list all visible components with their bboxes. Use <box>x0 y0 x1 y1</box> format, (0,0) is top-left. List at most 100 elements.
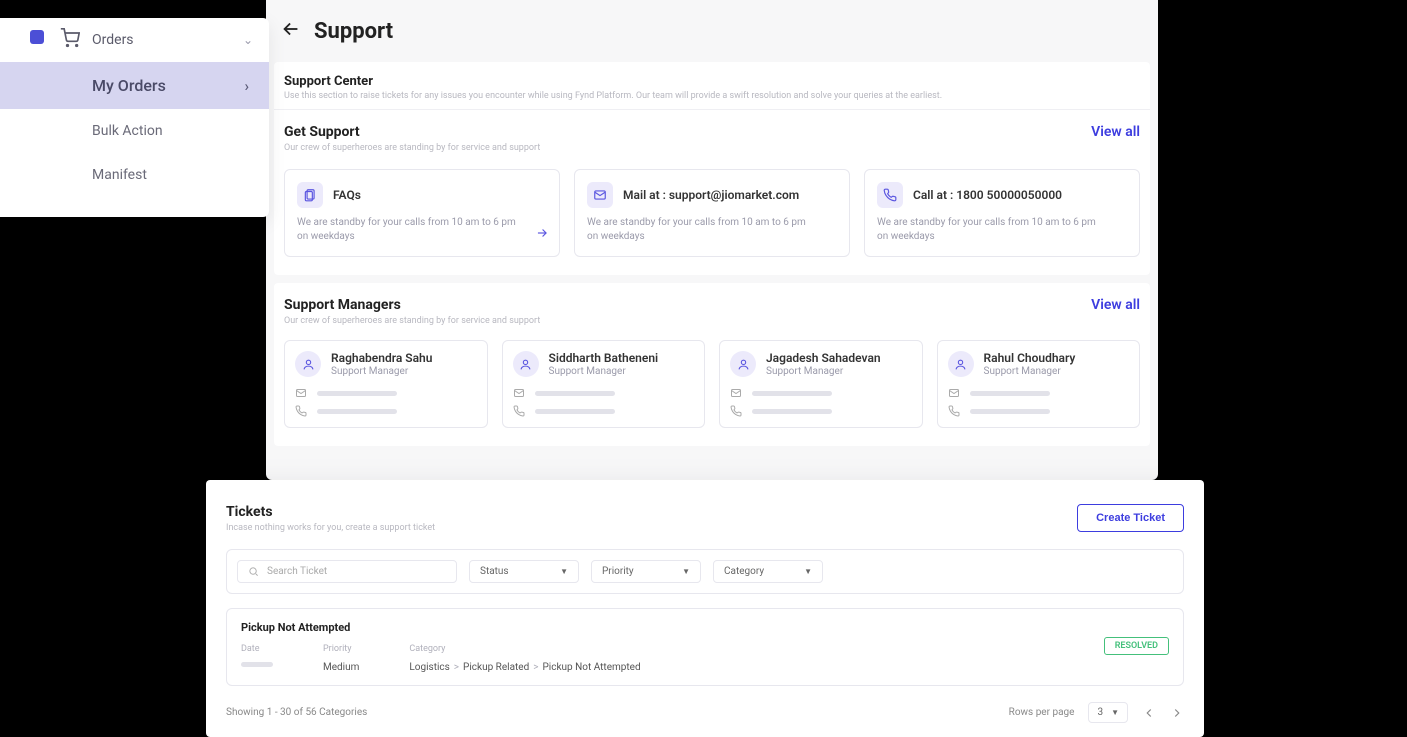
support-card-mail[interactable]: Mail at : support@jiomarket.com We are st… <box>574 169 850 257</box>
ticket-date-skeleton <box>241 662 273 667</box>
support-card-title: Call at : 1800 50000050000 <box>913 188 1062 202</box>
manager-phone-skeleton <box>970 409 1050 414</box>
search-placeholder: Search Ticket <box>267 566 327 577</box>
mail-icon <box>295 387 307 399</box>
ticket-date-label: Date <box>241 644 273 654</box>
ticket-filter-bar: Search Ticket Status ▼ Priority ▼ Catego… <box>226 549 1184 594</box>
manager-role: Support Manager <box>766 366 881 377</box>
chevron-down-icon: ⌄ <box>243 33 253 47</box>
manager-name: Raghabendra Sahu <box>331 351 432 365</box>
manager-phone-skeleton <box>535 409 615 414</box>
ticket-priority-label: Priority <box>323 644 359 654</box>
user-icon <box>730 351 756 377</box>
user-icon <box>513 351 539 377</box>
manager-card[interactable]: Siddharth BatheneniSupport Manager <box>502 340 706 428</box>
caret-down-icon: ▼ <box>804 567 812 576</box>
support-card-faq[interactable]: FAQs We are standby for your calls from 1… <box>284 169 560 257</box>
manager-name: Siddharth Batheneni <box>549 351 659 365</box>
tickets-panel: Tickets Incase nothing works for you, cr… <box>206 480 1204 737</box>
caret-down-icon: ▼ <box>560 567 568 576</box>
tickets-title: Tickets <box>226 504 435 520</box>
ticket-category-label: Category <box>409 644 640 654</box>
phone-icon <box>877 182 903 208</box>
get-support-subtitle: Our crew of superheroes are standing by … <box>284 143 540 153</box>
support-center-subtitle: Use this section to raise tickets for an… <box>284 91 1140 101</box>
support-center-title: Support Center <box>284 74 1140 89</box>
managers-view-all[interactable]: View all <box>1091 297 1140 313</box>
create-ticket-button[interactable]: Create Ticket <box>1077 504 1184 532</box>
phone-icon <box>948 405 960 417</box>
manager-email-skeleton <box>752 391 832 396</box>
support-card-title: FAQs <box>333 188 361 202</box>
manager-phone-skeleton <box>752 409 832 414</box>
arrow-right-icon <box>535 225 549 244</box>
support-card-body: We are standby for your calls from 10 am… <box>297 216 547 244</box>
support-card-phone[interactable]: Call at : 1800 50000050000 We are standby… <box>864 169 1140 257</box>
sidebar-top-label: Orders <box>92 32 231 48</box>
breadcrumb-sep: > <box>454 662 459 673</box>
sidebar-item-label: My Orders <box>92 76 166 95</box>
manager-card[interactable]: Rahul ChoudharySupport Manager <box>937 340 1141 428</box>
support-card-body: We are standby for your calls from 10 am… <box>877 216 1127 244</box>
managers-subtitle: Our crew of superheroes are standing by … <box>284 316 540 326</box>
sidebar-item-my-orders[interactable]: My Orders › <box>0 62 269 109</box>
breadcrumb-segment: Logistics <box>409 662 449 673</box>
support-card-body: We are standby for your calls from 10 am… <box>587 216 837 244</box>
ticket-category-path: Logistics>Pickup Related>Pickup Not Atte… <box>409 662 640 673</box>
faq-icon <box>297 182 323 208</box>
caret-down-icon: ▼ <box>1111 708 1119 717</box>
manager-card[interactable]: Raghabendra SahuSupport Manager <box>284 340 488 428</box>
get-support-view-all[interactable]: View all <box>1091 124 1140 140</box>
mail-icon <box>730 387 742 399</box>
page-title: Support <box>314 19 393 44</box>
breadcrumb-segment: Pickup Related <box>463 662 529 673</box>
manager-role: Support Manager <box>549 366 659 377</box>
rows-per-page-label: Rows per page <box>1009 707 1075 718</box>
get-support-title: Get Support <box>284 124 540 140</box>
managers-card: Support Managers Our crew of superheroes… <box>274 283 1150 446</box>
sidebar-item-manifest[interactable]: Manifest <box>0 153 269 197</box>
support-center-card: Support Center Use this section to raise… <box>274 62 1150 275</box>
filter-status[interactable]: Status ▼ <box>469 560 579 583</box>
sidebar-section-orders[interactable]: Orders ⌄ <box>0 18 269 62</box>
search-ticket-input[interactable]: Search Ticket <box>237 560 457 583</box>
back-icon[interactable] <box>280 18 302 44</box>
cart-icon <box>60 28 80 52</box>
manager-name: Jagadesh Sahadevan <box>766 351 881 365</box>
phone-icon <box>513 405 525 417</box>
logo-icon <box>30 30 44 44</box>
manager-email-skeleton <box>317 391 397 396</box>
page-prev-button[interactable] <box>1142 706 1156 720</box>
page-next-button[interactable] <box>1170 706 1184 720</box>
user-icon <box>948 351 974 377</box>
support-card-title: Mail at : support@jiomarket.com <box>623 188 799 202</box>
chevron-right-icon: › <box>244 77 249 95</box>
mail-icon <box>587 182 613 208</box>
mail-icon <box>513 387 525 399</box>
ticket-title: Pickup Not Attempted <box>241 621 1169 634</box>
main-panel: Support Support Center Use this section … <box>266 0 1158 480</box>
phone-icon <box>730 405 742 417</box>
ticket-row[interactable]: Pickup Not Attempted Date Priority Mediu… <box>226 608 1184 686</box>
search-icon <box>248 566 259 577</box>
manager-name: Rahul Choudhary <box>984 351 1076 365</box>
manager-phone-skeleton <box>317 409 397 414</box>
showing-text: Showing 1 - 30 of 56 Categories <box>226 707 367 718</box>
table-footer: Showing 1 - 30 of 56 Categories Rows per… <box>226 702 1184 723</box>
filter-priority[interactable]: Priority ▼ <box>591 560 701 583</box>
filter-category[interactable]: Category ▼ <box>713 560 823 583</box>
manager-email-skeleton <box>970 391 1050 396</box>
sidebar-item-label: Bulk Action <box>92 123 163 139</box>
breadcrumb-sep: > <box>533 662 538 673</box>
mail-icon <box>948 387 960 399</box>
ticket-priority-value: Medium <box>323 662 359 673</box>
managers-title: Support Managers <box>284 297 540 313</box>
manager-role: Support Manager <box>984 366 1076 377</box>
sidebar-item-bulk-action[interactable]: Bulk Action <box>0 109 269 153</box>
ticket-status-badge: RESOLVED <box>1104 637 1169 655</box>
manager-role: Support Manager <box>331 366 432 377</box>
caret-down-icon: ▼ <box>682 567 690 576</box>
rows-per-page-select[interactable]: 3 ▼ <box>1088 702 1128 723</box>
manager-card[interactable]: Jagadesh SahadevanSupport Manager <box>719 340 923 428</box>
user-icon <box>295 351 321 377</box>
